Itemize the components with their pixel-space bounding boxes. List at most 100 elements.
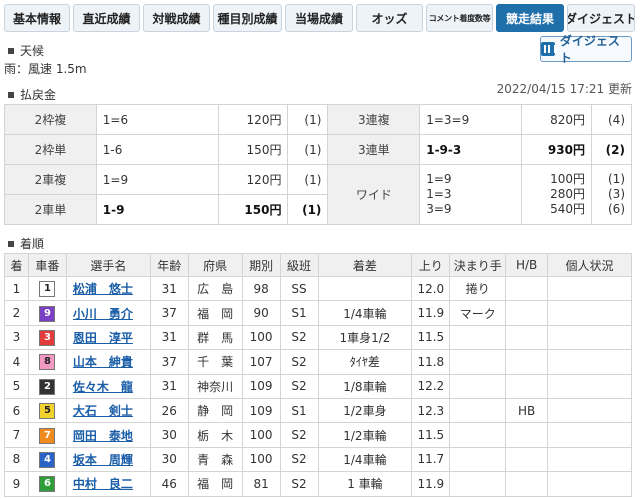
last-lap-time: 11.7 bbox=[411, 446, 451, 473]
hb-mark bbox=[505, 300, 549, 326]
popularity-rank: (2) bbox=[590, 134, 633, 165]
rider-age: 30 bbox=[149, 446, 189, 473]
bet-type-label-wide: ワイド bbox=[327, 164, 421, 225]
tab-digest[interactable]: ダイジェスト bbox=[567, 4, 635, 32]
last-lap-time: 12.0 bbox=[411, 275, 451, 302]
winning-move bbox=[449, 471, 507, 497]
col-header: 個人状況 bbox=[547, 253, 632, 277]
rider-prefecture: 千 葉 bbox=[187, 349, 243, 375]
rider-prefecture: 福 岡 bbox=[187, 471, 243, 497]
rider-prefecture: 栃 木 bbox=[187, 422, 243, 448]
finish-margin: ﾀｲﾔ差 bbox=[317, 349, 413, 375]
tab-odds[interactable]: オッズ bbox=[356, 4, 423, 32]
wide-popularity-rank: (6) bbox=[608, 202, 625, 216]
rider-age: 37 bbox=[149, 349, 189, 375]
winning-move: マーク bbox=[449, 300, 507, 326]
finish-position: 6 bbox=[4, 397, 29, 424]
col-header: 府県 bbox=[187, 253, 243, 277]
popularity-rank: (1) bbox=[287, 104, 329, 135]
rider-name-link[interactable]: 佐々木 龍 bbox=[73, 380, 133, 394]
wide-combinations: 1=9 1=3 3=9 bbox=[419, 164, 523, 225]
rider-age: 31 bbox=[149, 373, 189, 399]
rider-status bbox=[547, 422, 632, 448]
rider-name-link[interactable]: 恩田 淳平 bbox=[73, 331, 133, 345]
col-header: 車番 bbox=[27, 253, 67, 277]
car-number-badge: 7 bbox=[39, 427, 56, 444]
hb-mark bbox=[505, 275, 549, 302]
results-section-label: 着順 bbox=[8, 235, 44, 252]
rider-status bbox=[547, 471, 632, 497]
last-lap-time: 11.9 bbox=[411, 471, 451, 497]
finish-position: 9 bbox=[4, 471, 29, 497]
bet-type-label: 3連単 bbox=[327, 134, 421, 165]
tab-head-to-head[interactable]: 対戦成績 bbox=[143, 4, 210, 32]
rider-status bbox=[547, 275, 632, 302]
last-lap-time: 12.2 bbox=[411, 373, 451, 399]
car-number-cell: 1 bbox=[27, 275, 67, 302]
wide-amount: 280円 bbox=[550, 187, 585, 201]
rider-name-link[interactable]: 大石 剣士 bbox=[73, 404, 133, 418]
finish-margin: 1 車輪 bbox=[317, 471, 413, 497]
rider-prefecture: 群 馬 bbox=[187, 324, 243, 351]
table-row: 2車複 1=9 120円 (1) ワイド 1=9 1=3 3=9 100円 28… bbox=[4, 164, 633, 225]
payout-amount: 930円 bbox=[521, 134, 592, 165]
rider-name-cell: 佐々木 龍 bbox=[65, 373, 151, 399]
rider-name-link[interactable]: 岡田 泰地 bbox=[73, 429, 133, 443]
car-number-badge: 8 bbox=[39, 354, 56, 371]
car-number-cell: 7 bbox=[27, 422, 67, 448]
table-row: 5 2 佐々木 龍 31 神奈川 109 S2 1/8車輪 12.2 bbox=[4, 373, 632, 399]
tab-venue-results[interactable]: 当場成績 bbox=[285, 4, 353, 32]
rider-class: S2 bbox=[279, 422, 319, 448]
table-row: 9 6 中村 良二 46 福 岡 81 S2 1 車輪 11.9 bbox=[4, 471, 632, 497]
col-header: 着差 bbox=[317, 253, 413, 277]
col-header: H/B bbox=[505, 253, 549, 277]
rider-term: 100 bbox=[241, 446, 281, 473]
rider-name-link[interactable]: 坂本 周輝 bbox=[73, 453, 133, 467]
finish-margin: 1/4車輪 bbox=[317, 300, 413, 326]
car-number-badge: 2 bbox=[39, 378, 56, 395]
video-digest-icon bbox=[541, 42, 556, 56]
hb-mark bbox=[505, 446, 549, 473]
rider-name-cell: 山本 紳貴 bbox=[65, 349, 151, 375]
rider-name-link[interactable]: 小川 勇介 bbox=[73, 307, 133, 321]
popularity-rank: (4) bbox=[590, 104, 633, 135]
tab-comments[interactable]: コメント着度数等 bbox=[426, 4, 493, 32]
finish-position: 5 bbox=[4, 373, 29, 399]
digest-button-label: ダイジェスト bbox=[559, 34, 620, 65]
payout-amount: 820円 bbox=[521, 104, 592, 135]
square-bullet-icon bbox=[8, 47, 14, 54]
winning-move bbox=[449, 422, 507, 448]
rider-term: 98 bbox=[241, 275, 281, 302]
wide-combination: 1=3 bbox=[426, 187, 452, 201]
car-number-cell: 9 bbox=[27, 300, 67, 326]
rider-name-link[interactable]: 山本 紳貴 bbox=[73, 355, 133, 369]
table-row: 3 3 恩田 淳平 31 群 馬 100 S2 1車身1/2 11.5 bbox=[4, 324, 632, 351]
last-lap-time: 11.5 bbox=[411, 324, 451, 351]
rider-term: 107 bbox=[241, 349, 281, 375]
rider-prefecture: 青 森 bbox=[187, 446, 243, 473]
rider-status bbox=[547, 397, 632, 424]
rider-status bbox=[547, 446, 632, 473]
bet-combination: 1-6 bbox=[95, 134, 219, 165]
rider-class: S2 bbox=[279, 446, 319, 473]
winning-move bbox=[449, 397, 507, 424]
rider-name-link[interactable]: 松浦 悠士 bbox=[73, 282, 133, 296]
hb-mark bbox=[505, 373, 549, 399]
col-header: 級班 bbox=[279, 253, 319, 277]
bet-combination: 1-9-3 bbox=[419, 134, 523, 165]
winning-move bbox=[449, 324, 507, 351]
results-body: 1 1 松浦 悠士 31 広 島 98 SS 12.0 捲り 2 9 小川 勇介 37 福 岡 90 S1 1/… bbox=[4, 275, 632, 497]
digest-button[interactable]: ダイジェスト bbox=[540, 34, 632, 65]
tab-recent-results[interactable]: 直近成績 bbox=[73, 4, 140, 32]
tab-race-results[interactable]: 競走結果 bbox=[496, 4, 564, 32]
bet-type-label: 2枠複 bbox=[4, 104, 97, 135]
table-row: 7 7 岡田 泰地 30 栃 木 100 S2 1/2車輪 11.5 bbox=[4, 422, 632, 448]
wide-popularity: (1) (3) (6) bbox=[590, 164, 633, 225]
tab-event-results[interactable]: 種目別成績 bbox=[213, 4, 282, 32]
payout-amount: 150円 bbox=[217, 134, 289, 165]
car-number-badge: 6 bbox=[39, 476, 56, 493]
wide-popularity-rank: (1) bbox=[608, 172, 625, 186]
tab-basic-info[interactable]: 基本情報 bbox=[4, 4, 70, 32]
hb-mark bbox=[505, 349, 549, 375]
rider-name-link[interactable]: 中村 良二 bbox=[73, 477, 133, 491]
